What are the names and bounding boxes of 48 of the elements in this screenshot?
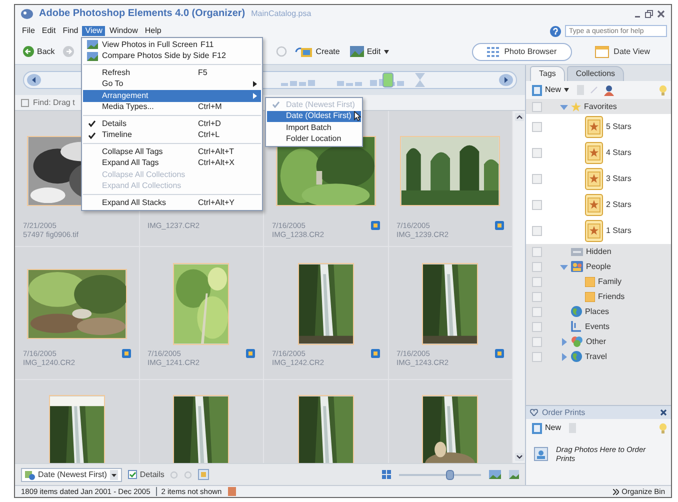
menu-item[interactable]: Window [106, 26, 141, 36]
sort-dropdown[interactable]: Date (Newest First) [21, 468, 122, 482]
tag-label[interactable]: Other [586, 336, 606, 346]
menu-item[interactable]: Collapse All Tags Ctrl+Alt+T [83, 146, 261, 158]
create-button[interactable]: Create [292, 44, 342, 58]
menu-item[interactable]: Date (Oldest First) [267, 110, 361, 122]
view-tab[interactable]: Photo Browser [472, 42, 572, 60]
tag-label[interactable]: Travel [585, 352, 607, 362]
edit-button[interactable]: Edit [348, 45, 391, 58]
details-checkbox[interactable]: Details [128, 470, 164, 480]
menu-item[interactable]: Expand All Stacks Ctrl+Alt+Y [83, 197, 261, 208]
tag-label[interactable]: Places [585, 306, 610, 316]
menu-item[interactable]: Media Types... Ctrl+M [83, 102, 261, 113]
panel-tab[interactable]: Collections [566, 66, 624, 81]
file-name: MainCatalog.psa [251, 9, 312, 19]
tag-label[interactable]: 5 Stars [606, 122, 632, 132]
menu-item[interactable]: Compare Photos Side by Side F12 [83, 50, 261, 62]
menu-item[interactable]: Import Batch [267, 122, 361, 134]
menu-item[interactable]: Expand All Tags Ctrl+Alt+X [83, 158, 261, 169]
panel-tab[interactable]: Tags [530, 66, 565, 81]
back-button[interactable]: Back [21, 45, 57, 58]
menu-item[interactable]: Help [142, 26, 164, 36]
window-title: Adobe Photoshop Elements 4.0 (Organizer) [39, 8, 246, 20]
tag-label[interactable]: 4 Stars [606, 148, 632, 158]
menu-item[interactable]: Go To [83, 78, 261, 90]
menu-item[interactable]: Arrangement [83, 90, 261, 102]
tag-label[interactable]: Favorites [584, 102, 617, 112]
find-bar-text: Find: Drag t [33, 98, 75, 108]
tag-label[interactable]: 1 Stars [606, 226, 632, 236]
tag-label[interactable]: People [586, 262, 611, 272]
menu-item[interactable]: Folder Location [267, 134, 361, 145]
tag-label[interactable]: Hidden [586, 246, 612, 256]
menu-item[interactable]: File [19, 26, 38, 36]
menu-item[interactable]: View Photos in Full Screen F11 [83, 39, 261, 50]
new-order-button[interactable]: New [530, 422, 564, 434]
tag-label[interactable]: 2 Stars [606, 200, 632, 210]
tag-label[interactable]: Friends [598, 292, 625, 302]
tag-label[interactable]: Events [585, 322, 610, 332]
tag-label[interactable]: 3 Stars [606, 174, 632, 184]
menu-item[interactable]: Timeline Ctrl+L [83, 130, 261, 141]
panel-title: Order Prints [542, 408, 586, 418]
menu-item[interactable]: Details Ctrl+D [83, 118, 261, 130]
menu-item[interactable]: Refresh F5 [83, 67, 261, 78]
menu-item[interactable]: Edit [38, 26, 59, 36]
menu-item[interactable]: View [82, 26, 106, 36]
tag-label[interactable]: Family [598, 276, 622, 286]
view-tab[interactable]: Date View [580, 42, 665, 62]
menu-item[interactable]: Find [60, 26, 82, 36]
